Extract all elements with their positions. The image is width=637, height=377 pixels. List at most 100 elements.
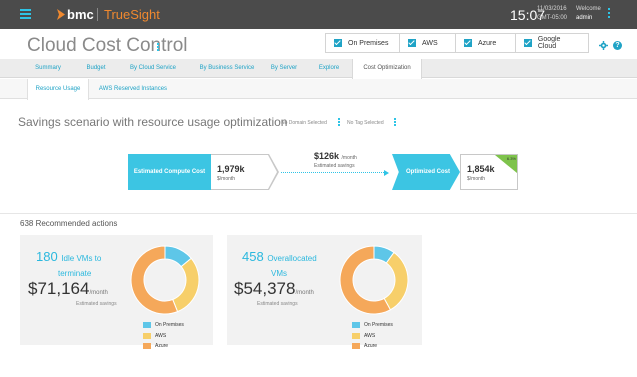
filter-on-premises[interactable]: On Premises (326, 34, 400, 52)
legend-swatch (143, 343, 151, 349)
overallocated-donut-chart (339, 245, 409, 315)
overallocated-vms-card[interactable]: 458 Overallocated VMs $54,378/month Esti… (227, 235, 422, 349)
overallocated-label: Overallocated (267, 254, 317, 263)
optimized-cost-value: 1,854k (467, 164, 495, 174)
legend-label: Azure (155, 343, 169, 349)
overallocated-savings: $54,378/month (234, 279, 314, 299)
idle-vms-donut-chart (130, 245, 200, 315)
donut-slice-aws[interactable] (383, 251, 409, 311)
hamburger-menu-icon[interactable] (20, 9, 31, 19)
legend-label: On Premises (364, 322, 393, 328)
idle-vms-money: $71,164 (28, 279, 90, 298)
scenario-title: Savings scenario with resource usage opt… (18, 115, 288, 129)
tab-cost-optimization[interactable]: Cost Optimization (352, 59, 422, 79)
legend-azure: Azure (143, 343, 168, 349)
tag-options-icon[interactable] (394, 118, 397, 127)
tab-aws-reserved-instances[interactable]: AWS Reserved Instances (92, 79, 174, 99)
optimized-cost-unit: $/month (467, 176, 486, 182)
date-text: 11/03/2016 (537, 6, 567, 12)
section-divider (0, 213, 637, 214)
estimated-cost-box: 1,979k $/month (211, 154, 269, 190)
page-title: Cloud Cost Control (27, 35, 188, 56)
legend-azure: Azure (352, 343, 377, 349)
filter-aws[interactable]: AWS (400, 34, 456, 52)
checkbox-checked-icon[interactable] (408, 39, 416, 47)
estimated-cost-unit: $/month (217, 176, 236, 182)
legend-swatch (352, 343, 360, 349)
timezone-text: GMT-05:00 (537, 15, 568, 21)
top-bar: bmc TrueSight 15:07 11/03/2016 GMT-05:00… (0, 0, 637, 29)
idle-vms-savings: $71,164/month (28, 279, 108, 299)
legend-swatch (352, 333, 360, 339)
checkbox-checked-icon[interactable] (524, 39, 532, 47)
idle-vms-money-unit: /month (89, 290, 108, 296)
arrow-right-icon (384, 170, 389, 176)
legend-label: Azure (364, 343, 378, 349)
recommended-actions-title: 638 Recommended actions (20, 219, 118, 228)
savings-amount: $126k /month (314, 151, 357, 161)
tab-by-business-service[interactable]: By Business Service (192, 59, 262, 78)
legend-on-premises: On Premises (143, 322, 184, 328)
estimated-cost-value: 1,979k (217, 164, 245, 174)
idle-vms-label: Idle VMs to (61, 254, 102, 263)
tab-explore[interactable]: Explore (310, 59, 348, 78)
legend-aws: AWS (352, 333, 375, 339)
estimated-cost-label: Estimated Compute Cost (128, 154, 211, 190)
user-menu[interactable]: Welcome admin (576, 5, 601, 23)
tag-filter-text: No Tag Selected (347, 120, 384, 126)
overallocated-money: $54,378 (234, 279, 296, 298)
filter-label: AWS (422, 39, 438, 47)
tab-resource-usage[interactable]: Resource Usage (27, 79, 89, 100)
legend-swatch (143, 322, 151, 328)
savings-value: $126k (314, 151, 340, 161)
idle-vms-est-label: Estimated savings (76, 301, 117, 307)
filter-label: On Premises (348, 39, 389, 47)
main-content: Savings scenario with resource usage opt… (0, 100, 637, 377)
overallocated-count: 458 (242, 249, 264, 264)
savings-label: Estimated savings (314, 163, 355, 169)
cloud-filter-bar: On Premises AWS Azure Google Cloud (325, 33, 589, 53)
filter-google-cloud[interactable]: Google Cloud (516, 34, 588, 52)
gear-icon[interactable] (599, 41, 608, 50)
arrow-fill (268, 155, 277, 189)
savings-dotted-line (281, 172, 386, 173)
bmc-logo-icon (57, 9, 65, 20)
checkbox-checked-icon[interactable] (334, 39, 342, 47)
overallocated-est-label: Estimated savings (257, 301, 298, 307)
filter-label: Google Cloud (537, 36, 561, 50)
legend-label: AWS (364, 333, 376, 339)
legend-on-premises: On Premises (352, 322, 393, 328)
page-header: Cloud Cost Control On Premises AWS Azure… (0, 29, 637, 59)
checkbox-checked-icon[interactable] (464, 39, 472, 47)
help-icon[interactable]: ? (613, 41, 622, 50)
donut-slice-aws[interactable] (172, 257, 200, 313)
legend-label: On Premises (155, 322, 184, 328)
tab-by-cloud-service[interactable]: By Cloud Service (122, 59, 184, 78)
legend-aws: AWS (143, 333, 166, 339)
clock-date: 11/03/2016 GMT-05:00 (537, 5, 567, 23)
idle-vms-count-line: 180 Idle VMs to (36, 249, 101, 264)
savings-flow: Estimated Compute Cost 1,979k $/month $1… (128, 151, 528, 190)
welcome-label: Welcome (576, 6, 601, 12)
brand-name: bmc (67, 7, 94, 22)
idle-vms-label-line2: terminate (58, 269, 92, 278)
domain-options-icon[interactable] (338, 118, 341, 127)
savings-unit: /month (341, 155, 357, 161)
filter-label: Azure (478, 39, 497, 47)
tab-by-server[interactable]: By Server (262, 59, 306, 78)
optimized-cost-box: 6.3% 1,854k $/month (460, 154, 518, 190)
legend-label: AWS (155, 333, 167, 339)
filter-azure[interactable]: Azure (456, 34, 516, 52)
app-options-icon[interactable] (608, 8, 612, 20)
main-tabs: Summary Budget By Cloud Service By Busin… (0, 59, 637, 79)
legend-swatch (352, 322, 360, 328)
overallocated-money-unit: /month (295, 290, 314, 296)
tab-summary[interactable]: Summary (27, 59, 69, 78)
domain-filter-text: No Domain Selected (281, 120, 327, 126)
idle-vms-count: 180 (36, 249, 58, 264)
tab-budget[interactable]: Budget (77, 59, 115, 78)
title-options-icon[interactable] (157, 43, 160, 52)
legend-swatch (143, 333, 151, 339)
idle-vms-card[interactable]: 180 Idle VMs to terminate $71,164/month … (20, 235, 213, 349)
optimized-cost-label-box: Optimized Cost (392, 154, 460, 190)
